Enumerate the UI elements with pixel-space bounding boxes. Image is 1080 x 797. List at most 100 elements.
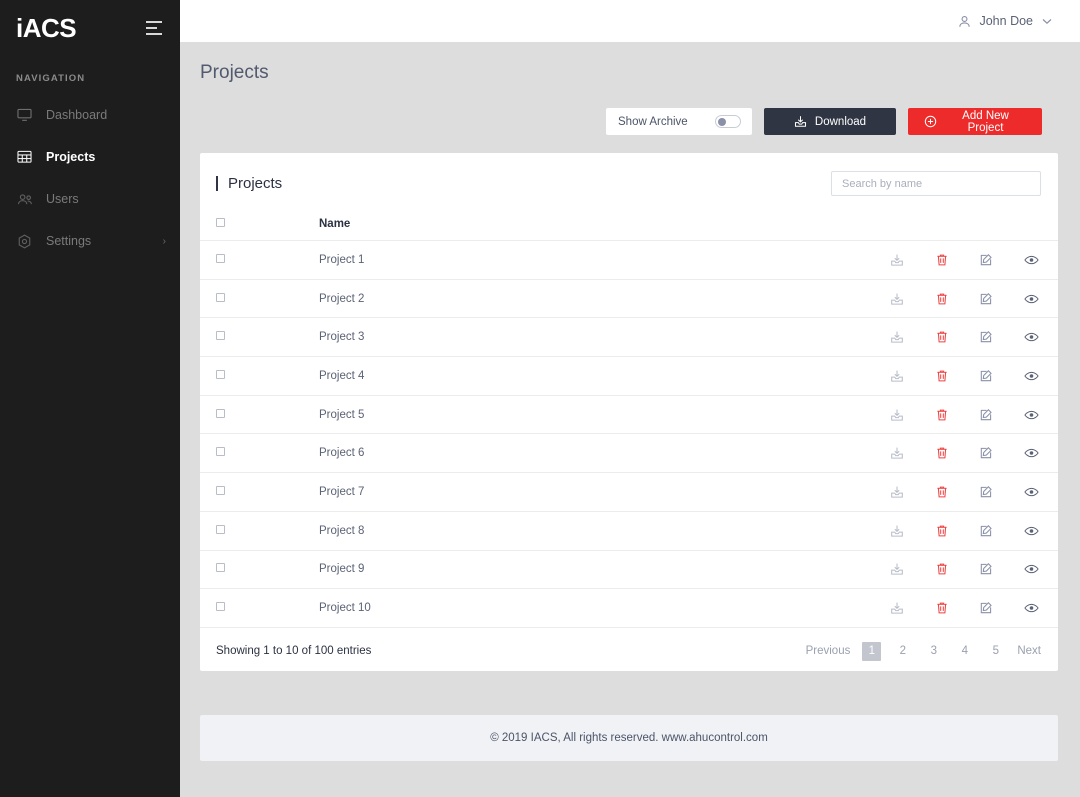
select-all-checkbox[interactable] (216, 218, 225, 227)
pagination-page-4[interactable]: 4 (955, 642, 974, 661)
download-tray-icon[interactable] (890, 330, 904, 344)
table-row[interactable]: Project 8 (200, 511, 1058, 551)
pagination-page-3[interactable]: 3 (924, 642, 943, 661)
project-name-cell[interactable]: Project 8 (260, 511, 868, 551)
edit-pencil-icon[interactable] (979, 485, 993, 499)
table-row[interactable]: Project 3 (200, 317, 1058, 358)
sidebar-item-dashboard[interactable]: Dashboard (0, 94, 180, 136)
download-button[interactable]: Download (764, 108, 896, 135)
edit-pencil-icon[interactable] (979, 446, 993, 460)
row-checkbox[interactable] (216, 408, 225, 418)
project-name-cell[interactable]: Project 3 (260, 317, 868, 358)
download-tray-icon[interactable] (890, 524, 904, 538)
project-name-cell[interactable]: Project 5 (260, 395, 868, 435)
trash-icon[interactable] (935, 253, 949, 267)
eye-icon[interactable] (1024, 601, 1039, 615)
trash-icon[interactable] (935, 485, 949, 499)
download-tray-icon[interactable] (890, 485, 904, 499)
eye-icon[interactable] (1024, 562, 1039, 576)
pagination-page-1[interactable]: 1 (862, 641, 882, 661)
download-tray-icon[interactable] (890, 446, 904, 460)
trash-icon[interactable] (935, 292, 949, 306)
eye-icon[interactable] (1024, 253, 1039, 267)
eye-icon[interactable] (1024, 485, 1039, 499)
download-tray-icon[interactable] (890, 601, 904, 615)
eye-icon[interactable] (1024, 446, 1039, 460)
edit-pencil-icon[interactable] (979, 253, 993, 267)
project-name-cell[interactable]: Project 7 (260, 472, 868, 512)
table-row[interactable]: Project 10 (200, 588, 1058, 628)
brand-logo[interactable]: iACS (16, 15, 77, 41)
row-checkbox[interactable] (216, 292, 225, 302)
trash-icon[interactable] (935, 369, 949, 383)
user-menu[interactable]: John Doe (958, 14, 1052, 28)
table-row[interactable]: Project 2 (200, 279, 1058, 319)
edit-pencil-icon[interactable] (979, 369, 993, 383)
hamburger-line-2 (146, 26, 157, 29)
project-name-cell[interactable]: Project 6 (260, 433, 868, 474)
row-checkbox[interactable] (216, 447, 225, 457)
grid-building-icon (16, 149, 33, 166)
table-row[interactable]: Project 1 (200, 240, 1058, 280)
eye-icon[interactable] (1024, 369, 1039, 383)
download-tray-icon[interactable] (890, 253, 904, 267)
edit-pencil-icon[interactable] (979, 562, 993, 576)
project-name-cell[interactable]: Project 2 (260, 279, 868, 319)
download-tray-icon[interactable] (890, 292, 904, 306)
projects-card: Projects Name Project 1Pr (200, 153, 1058, 671)
table-row[interactable]: Project 7 (200, 472, 1058, 512)
row-actions (868, 253, 1058, 267)
row-checkbox-cell (200, 588, 260, 628)
add-new-project-button[interactable]: Add New Project (908, 108, 1042, 135)
sidebar-item-users[interactable]: Users (0, 178, 180, 220)
edit-pencil-icon[interactable] (979, 408, 993, 422)
pagination-next[interactable]: Next (1017, 642, 1041, 661)
row-actions (868, 330, 1058, 344)
trash-icon[interactable] (935, 601, 949, 615)
row-checkbox[interactable] (216, 602, 225, 612)
hamburger-icon[interactable] (146, 20, 164, 35)
row-checkbox[interactable] (216, 253, 225, 263)
edit-pencil-icon[interactable] (979, 524, 993, 538)
trash-icon[interactable] (935, 330, 949, 344)
archive-switch[interactable] (715, 115, 741, 128)
download-tray-icon[interactable] (890, 562, 904, 576)
table-row[interactable]: Project 4 (200, 356, 1058, 396)
row-checkbox[interactable] (216, 331, 225, 341)
project-name-cell[interactable]: Project 4 (260, 356, 868, 396)
row-checkbox[interactable] (216, 563, 225, 573)
row-checkbox[interactable] (216, 524, 225, 534)
pagination-previous[interactable]: Previous (806, 642, 851, 661)
trash-icon[interactable] (935, 524, 949, 538)
table-row[interactable]: Project 9 (200, 550, 1058, 590)
eye-icon[interactable] (1024, 330, 1039, 344)
eye-icon[interactable] (1024, 292, 1039, 306)
project-name-cell[interactable]: Project 9 (260, 550, 868, 590)
table-row[interactable]: Project 5 (200, 395, 1058, 435)
download-tray-icon[interactable] (890, 369, 904, 383)
eye-icon[interactable] (1024, 524, 1039, 538)
project-name-cell[interactable]: Project 1 (260, 240, 868, 280)
trash-icon[interactable] (935, 562, 949, 576)
project-name-cell[interactable]: Project 10 (260, 588, 868, 628)
footer-text: © 2019 IACS, All rights reserved. www.ah… (490, 732, 768, 744)
sidebar-item-settings[interactable]: Settings › (0, 220, 180, 262)
page-title: Projects (200, 62, 269, 83)
show-archive-toggle[interactable]: Show Archive (606, 108, 752, 135)
eye-icon[interactable] (1024, 408, 1039, 422)
pagination-page-2[interactable]: 2 (893, 642, 912, 661)
download-tray-icon[interactable] (890, 408, 904, 422)
footer: © 2019 IACS, All rights reserved. www.ah… (200, 715, 1058, 761)
edit-pencil-icon[interactable] (979, 330, 993, 344)
row-checkbox[interactable] (216, 369, 225, 379)
search-input[interactable] (831, 171, 1041, 196)
pagination-page-5[interactable]: 5 (986, 642, 1005, 661)
edit-pencil-icon[interactable] (979, 292, 993, 306)
trash-icon[interactable] (935, 408, 949, 422)
table-row[interactable]: Project 6 (200, 433, 1058, 474)
trash-icon[interactable] (935, 446, 949, 460)
sidebar-item-projects[interactable]: Projects (0, 136, 180, 178)
edit-pencil-icon[interactable] (979, 601, 993, 615)
row-checkbox-cell (200, 240, 260, 280)
row-checkbox[interactable] (216, 485, 225, 495)
